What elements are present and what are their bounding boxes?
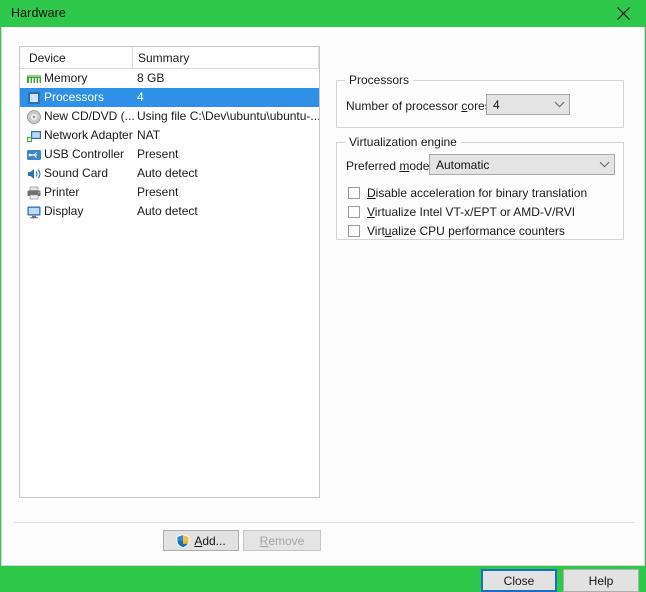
printer-icon [26,185,42,201]
checkbox-disable-acceleration[interactable]: Disable acceleration for binary translat… [348,186,587,200]
device-name: Display [44,204,84,218]
table-row[interactable]: Memory 8 GB [20,69,319,88]
table-row[interactable]: Printer Present [20,183,319,202]
preferred-mode-value: Automatic [436,157,490,172]
hardware-dialog-window: Hardware Device Summary Memory 8 GB Proc… [0,0,646,592]
device-summary: NAT [137,128,161,142]
chevron-down-icon [549,101,569,108]
footer-divider [13,522,635,523]
memory-icon [26,71,42,87]
device-name: Network Adapter [44,128,133,142]
processor-icon [26,90,42,106]
processors-group-legend: Processors [345,73,414,87]
device-list[interactable]: Device Summary Memory 8 GB Processors 4 … [19,46,320,498]
device-summary: Auto detect [137,166,198,180]
processor-cores-select[interactable]: 4 [486,94,570,115]
table-row[interactable]: Sound Card Auto detect [20,164,319,183]
close-button[interactable]: Close [481,569,557,592]
device-list-rows: Memory 8 GB Processors 4 New CD/DVD (...… [20,69,319,221]
table-row[interactable]: USB Controller Present [20,145,319,164]
device-summary: Present [137,185,179,199]
window-title: Hardware [11,6,66,20]
virtualization-group-legend: Virtualization engine [345,135,461,149]
checkbox-box[interactable] [348,187,360,199]
device-list-header: Device Summary [20,47,319,69]
checkbox-label: Virtualize CPU performance counters [367,224,565,238]
table-row[interactable]: Display Auto detect [20,202,319,221]
virtualization-engine-group: Virtualization engine Preferred mode: Au… [336,135,624,240]
cd-dvd-icon [26,109,42,125]
device-name: Memory [44,71,88,85]
remove-button[interactable]: Remove [243,530,321,551]
uac-shield-icon [176,533,190,548]
help-button[interactable]: Help [563,569,639,592]
add-button-label: Add... [194,534,225,548]
device-name: Processors [44,90,105,104]
preferred-mode-label: Preferred mode: [346,159,433,173]
sound-card-icon [26,166,42,182]
checkbox-box[interactable] [348,225,360,237]
column-header-summary[interactable]: Summary [138,51,189,65]
usb-controller-icon [26,147,42,163]
checkbox-virtualize-intel-vtx[interactable]: Virtualize Intel VT-x/EPT or AMD-V/RVI [348,205,575,219]
remove-accel: R [259,533,269,548]
header-separator-1 [132,47,133,69]
add-rest: dd... [202,533,226,548]
device-summary: Auto detect [137,204,198,218]
close-icon[interactable] [600,0,646,27]
remove-rest: emove [268,533,305,548]
device-summary: Present [137,147,179,161]
network-adapter-icon [26,128,42,144]
dialog-client-area: Device Summary Memory 8 GB Processors 4 … [1,27,645,592]
checkbox-label: Virtualize Intel VT-x/EPT or AMD-V/RVI [367,205,576,219]
processor-cores-label: Number of processor cores: [346,99,495,113]
device-summary: 4 [137,90,144,104]
device-name: USB Controller [44,147,125,161]
device-name: Printer [44,185,80,199]
title-bar: Hardware [0,0,646,27]
table-row[interactable]: New CD/DVD (... Using file C:\Dev\ubuntu… [20,107,319,126]
device-summary: 8 GB [137,71,165,85]
remove-button-label: Remove [260,534,305,548]
display-icon [26,204,42,220]
chevron-down-icon [594,161,614,168]
table-row[interactable]: Processors 4 [20,88,319,107]
processors-group: Processors Number of processor cores: 4 [336,73,624,128]
header-separator-2 [318,47,319,69]
column-header-device[interactable]: Device [29,51,66,65]
add-button[interactable]: Add... [163,530,239,551]
preferred-mode-select[interactable]: Automatic [429,154,615,175]
device-summary: Using file C:\Dev\ubuntu\ubuntu-... [137,109,320,123]
device-name: Sound Card [44,166,109,180]
checkbox-box[interactable] [348,206,360,218]
checkbox-virtualize-cpu-counters[interactable]: Virtualize CPU performance counters [348,224,565,238]
table-row[interactable]: Network Adapter NAT [20,126,319,145]
device-name: New CD/DVD (... [44,109,135,123]
checkbox-label: Disable acceleration for binary translat… [367,186,588,200]
processor-cores-value: 4 [493,97,500,112]
